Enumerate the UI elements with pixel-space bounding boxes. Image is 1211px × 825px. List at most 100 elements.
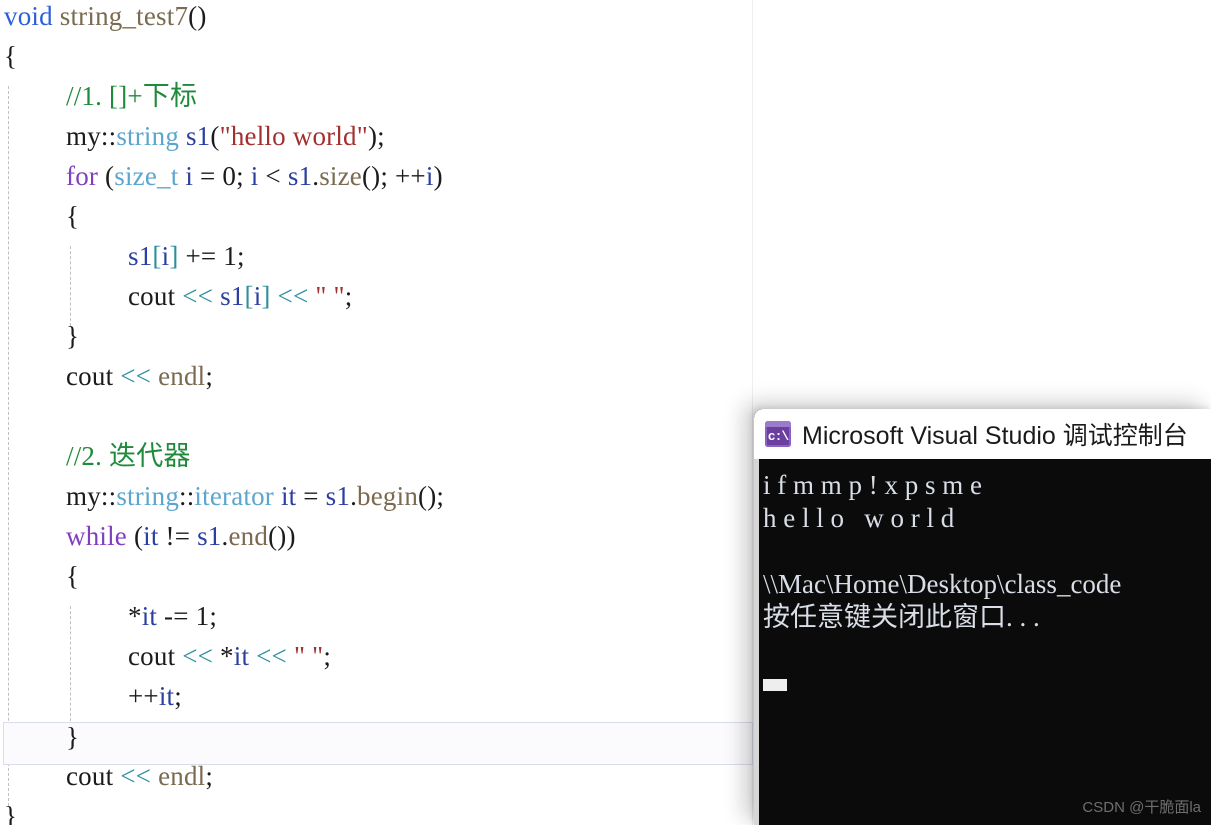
- code-token: my: [66, 121, 101, 151]
- code-line: ++it;: [0, 676, 182, 716]
- code-line: //1. []+下标: [0, 76, 197, 116]
- code-token: ;: [323, 641, 332, 671]
- code-line: void string_test7(): [0, 0, 207, 36]
- editor-column-guide: [752, 0, 753, 825]
- console-output-area[interactable]: i f m m p ! x p s m eh e l l o w o r l d…: [754, 459, 1211, 825]
- code-line: }: [0, 796, 17, 825]
- code-token: =: [296, 481, 326, 511]
- console-window[interactable]: c:\ Microsoft Visual Studio 调试控制台 i f m …: [754, 409, 1211, 825]
- code-line: }: [0, 717, 79, 757]
- code-token: endl: [158, 361, 206, 391]
- code-token: s1: [287, 161, 313, 191]
- code-token: void: [4, 1, 53, 31]
- code-token: ;: [174, 681, 182, 711]
- code-token: s1: [197, 521, 222, 551]
- code-token: ::: [100, 481, 117, 511]
- code-token: (: [127, 521, 144, 551]
- code-token: !=: [158, 521, 198, 551]
- code-token: i: [425, 161, 434, 191]
- code-token: +=: [178, 241, 224, 271]
- code-token: //2. 迭代器: [66, 441, 191, 471]
- code-token: size: [319, 161, 362, 191]
- code-token: my: [66, 481, 101, 511]
- code-token: [: [244, 281, 254, 311]
- code-token: ()): [268, 521, 296, 551]
- code-token: }: [66, 722, 80, 752]
- code-token: cout: [66, 361, 114, 391]
- code-token: ;: [236, 161, 251, 191]
- current-line-highlight: [3, 722, 753, 765]
- code-token: ): [433, 161, 443, 191]
- console-line: h e l l o w o r l d: [763, 503, 955, 533]
- code-token: 1: [195, 601, 210, 631]
- code-line: }: [0, 316, 79, 356]
- console-line: \\Mac\Home\Desktop\class_code: [763, 569, 1122, 599]
- code-token: cout: [128, 641, 176, 671]
- code-token: s1: [185, 121, 211, 151]
- code-line: while (it != s1.end()): [0, 516, 296, 556]
- code-token: string: [116, 481, 180, 511]
- code-token: ]: [169, 241, 179, 271]
- code-token: (); ++: [361, 161, 426, 191]
- code-token: [: [152, 241, 162, 271]
- code-token: s1: [128, 241, 153, 271]
- code-line: cout << s1[i] << " ";: [0, 276, 352, 316]
- screenshot-root: void string_test7(){//1. []+下标 my::string…: [0, 0, 1211, 825]
- console-line: 按任意键关闭此窗口. . .: [763, 602, 1040, 632]
- code-token: {: [4, 41, 18, 71]
- code-line: my::string s1("hello world");: [0, 116, 385, 156]
- code-token: <<: [120, 761, 152, 791]
- code-token: it: [141, 601, 158, 631]
- console-title-text: Microsoft Visual Studio 调试控制台: [802, 422, 1188, 450]
- code-token: it: [143, 521, 159, 551]
- code-token: }: [66, 321, 80, 351]
- code-line: for (size_t i = 0; i < s1.size(); ++i): [0, 156, 443, 196]
- code-line: cout << *it << " ";: [0, 636, 331, 676]
- code-token: *: [213, 641, 234, 671]
- code-line: {: [0, 196, 79, 236]
- code-token: -=: [157, 601, 196, 631]
- code-token: *: [128, 601, 142, 631]
- code-token: //1. []+下标: [66, 81, 198, 111]
- code-token: <<: [120, 361, 152, 391]
- code-token: it: [280, 481, 297, 511]
- code-token: {: [66, 561, 80, 591]
- code-token: begin: [357, 481, 419, 511]
- code-line: {: [0, 556, 79, 596]
- code-token: iterator: [194, 481, 274, 511]
- code-token: string_test7: [59, 1, 189, 31]
- watermark: CSDN @干脆面la: [1082, 799, 1201, 816]
- console-line: i f m m p ! x p s m e: [763, 470, 982, 500]
- console-caret: [763, 679, 787, 691]
- code-token: it: [158, 681, 175, 711]
- console-title-bar[interactable]: c:\ Microsoft Visual Studio 调试控制台: [754, 409, 1211, 459]
- code-token: (: [210, 121, 220, 151]
- code-token: }: [4, 801, 18, 825]
- code-token: ;: [205, 361, 214, 391]
- code-line: my::string::iterator it = s1.begin();: [0, 476, 444, 516]
- code-line: {: [0, 36, 17, 76]
- code-token: <<: [182, 281, 214, 311]
- code-token: (: [98, 161, 115, 191]
- code-token: string: [116, 121, 180, 151]
- console-output-lines: i f m m p ! x p s m eh e l l o w o r l d…: [760, 469, 1211, 634]
- code-token: "hello world": [219, 121, 368, 151]
- code-token: cout: [128, 281, 176, 311]
- code-line: //2. 迭代器: [0, 436, 191, 476]
- code-token: 0: [222, 161, 237, 191]
- code-token: );: [367, 121, 385, 151]
- code-token: .: [350, 481, 358, 511]
- code-token: endl: [158, 761, 206, 791]
- code-token: ++: [128, 681, 159, 711]
- code-token: {: [66, 201, 80, 231]
- code-line: s1[i] += 1;: [0, 236, 245, 276]
- code-token: it: [233, 641, 250, 671]
- code-token: =: [193, 161, 223, 191]
- code-line: cout << endl;: [0, 356, 213, 396]
- code-token: ::: [179, 481, 195, 511]
